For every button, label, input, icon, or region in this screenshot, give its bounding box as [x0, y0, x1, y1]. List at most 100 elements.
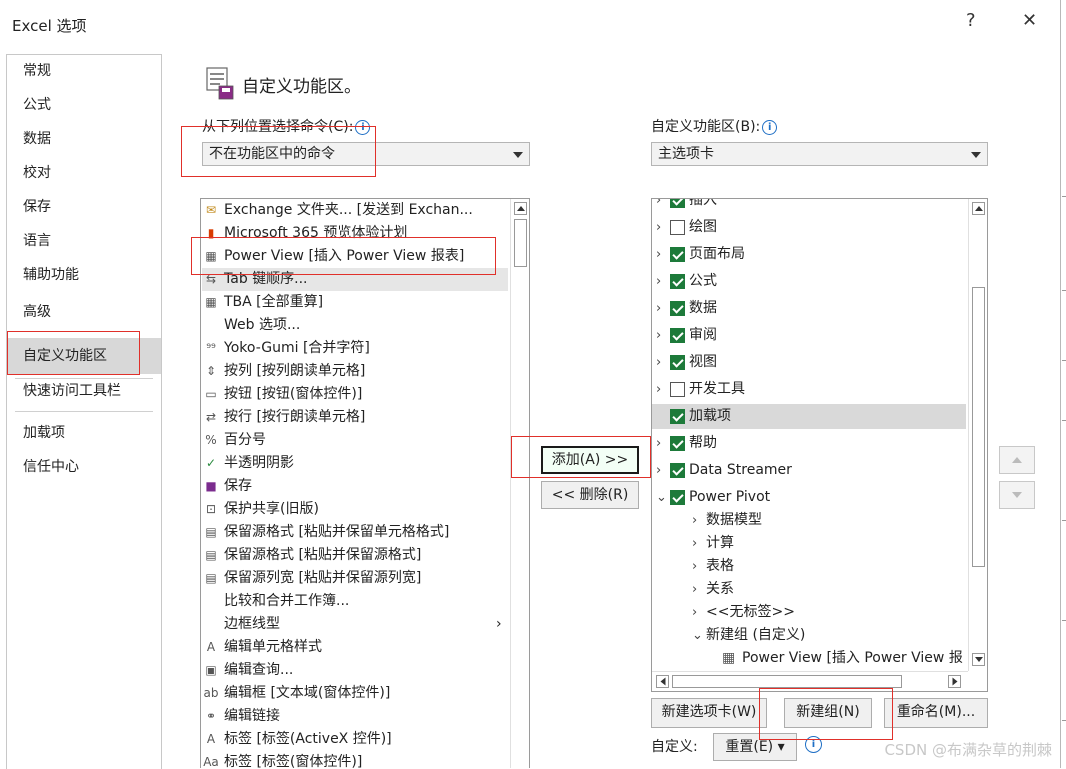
ribbon-command-item[interactable]: ▦ Power View [插入 Power View 报 [652, 646, 966, 671]
customize-ribbon-select[interactable]: 主选项卡 [651, 142, 988, 166]
scroll-right-icon[interactable] [948, 675, 961, 688]
tab-checkbox[interactable] [670, 274, 685, 289]
ribbon-group-item[interactable]: › 数据模型 [652, 508, 966, 533]
command-item[interactable]: 比较和合并工作簿... [202, 590, 508, 613]
nav-item[interactable]: 高级 [7, 296, 161, 328]
tab-checkbox[interactable] [670, 247, 685, 262]
expand-chevron-icon[interactable]: › [656, 296, 666, 321]
command-item[interactable]: ⇄ 按行 [按行朗读单元格] [202, 406, 508, 429]
ribbon-tab-item[interactable]: › 帮助 [652, 431, 966, 456]
command-item[interactable]: ■ 保存 [202, 475, 508, 498]
remove-button[interactable]: << 删除(R) [541, 481, 639, 509]
tab-checkbox[interactable] [670, 436, 685, 451]
nav-item[interactable]: 公式 [7, 89, 161, 121]
ribbon-tab-item[interactable]: › Data Streamer [652, 458, 966, 483]
commands-list[interactable]: ✉ Exchange 文件夹... [发送到 Exchan... ▮ Microsof… [200, 198, 530, 768]
tab-checkbox[interactable] [670, 220, 685, 235]
ribbon-tab-item[interactable]: › 公式 [652, 269, 966, 294]
command-item[interactable]: 边框线型 › [202, 613, 508, 636]
expand-chevron-icon[interactable]: › [656, 350, 666, 375]
command-item[interactable]: A 标签 [标签(ActiveX 控件)] [202, 728, 508, 751]
tree-vscrollbar[interactable] [968, 199, 987, 671]
nav-item[interactable]: 辅助功能 [7, 259, 161, 291]
ribbon-tab-item[interactable]: ⌄ Power Pivot [652, 485, 966, 510]
command-item[interactable]: Aa 标签 [标签(窗体控件)] [202, 751, 508, 768]
ribbon-group-item[interactable]: ⌄ 新建组 (自定义) [652, 623, 966, 648]
command-item[interactable]: ▣ 编辑查询... [202, 659, 508, 682]
expand-chevron-icon[interactable]: › [656, 431, 666, 456]
scroll-thumb[interactable] [972, 287, 985, 567]
collapse-chevron-icon[interactable]: ⌄ [692, 623, 703, 648]
scroll-thumb[interactable] [514, 219, 527, 267]
expand-chevron-icon[interactable]: › [656, 377, 666, 402]
command-item[interactable]: ⚭ 编辑链接 [202, 705, 508, 728]
tab-checkbox[interactable] [670, 301, 685, 316]
hscroll-thumb[interactable] [672, 675, 902, 688]
rename-button[interactable]: 重命名(M)... [884, 698, 988, 728]
ribbon-tab-item[interactable]: › 插入 [652, 199, 966, 213]
scroll-down-icon[interactable] [972, 653, 985, 666]
expand-chevron-icon[interactable]: › [656, 269, 666, 294]
commands-scrollbar[interactable] [510, 199, 529, 768]
expand-chevron-icon[interactable]: › [692, 508, 702, 533]
scroll-up-icon[interactable] [514, 202, 527, 215]
ribbon-tab-item[interactable]: › 审阅 [652, 323, 966, 348]
nav-item[interactable]: 快速访问工具栏 [7, 375, 161, 407]
nav-item[interactable]: 加载项 [7, 417, 161, 449]
nav-item[interactable]: 数据 [7, 123, 161, 155]
scroll-left-icon[interactable] [656, 675, 669, 688]
nav-item[interactable]: 信任中心 [7, 451, 161, 483]
command-item[interactable]: Web 选项... [202, 314, 508, 337]
ribbon-tab-item[interactable]: › 绘图 [652, 215, 966, 240]
command-item[interactable]: ✉ Exchange 文件夹... [发送到 Exchan... [202, 199, 508, 222]
nav-item[interactable]: 常规 [7, 55, 161, 87]
tab-checkbox[interactable] [670, 463, 685, 478]
command-item[interactable]: ⊡ 保护共享(旧版) [202, 498, 508, 521]
expand-chevron-icon[interactable]: › [692, 600, 702, 625]
expand-chevron-icon[interactable]: › [656, 199, 666, 213]
ribbon-group-item[interactable]: › 关系 [652, 577, 966, 602]
command-item[interactable]: ▤ 保留源列宽 [粘贴并保留源列宽] [202, 567, 508, 590]
command-item[interactable]: ⇕ 按列 [按列朗读单元格] [202, 360, 508, 383]
tab-checkbox[interactable] [670, 382, 685, 397]
tab-checkbox[interactable] [670, 328, 685, 343]
move-down-button[interactable] [999, 481, 1035, 509]
expand-chevron-icon[interactable]: › [692, 577, 702, 602]
ribbon-tab-item[interactable]: › 视图 [652, 350, 966, 375]
command-item[interactable]: ✓ 半透明阴影 [202, 452, 508, 475]
new-tab-button[interactable]: 新建选项卡(W) [651, 698, 767, 728]
ribbon-group-item[interactable]: › 计算 [652, 531, 966, 556]
nav-item[interactable]: 语言 [7, 225, 161, 257]
ribbon-tree[interactable]: ▦ Power View [插入 Power View 报 ⌄ 新建组 (自定义) › <… [651, 198, 988, 692]
command-item[interactable]: % 百分号 [202, 429, 508, 452]
tab-checkbox[interactable] [670, 409, 685, 424]
tab-checkbox[interactable] [670, 490, 685, 505]
scroll-up-icon[interactable] [972, 202, 985, 215]
nav-item[interactable]: 保存 [7, 191, 161, 223]
close-button[interactable]: ✕ [1022, 10, 1037, 31]
tab-checkbox[interactable] [670, 199, 685, 208]
expand-chevron-icon[interactable]: › [692, 531, 702, 556]
ribbon-tab-item[interactable]: › 页面布局 [652, 242, 966, 267]
command-item[interactable]: A 编辑单元格样式 [202, 636, 508, 659]
ribbon-group-item[interactable]: › 表格 [652, 554, 966, 579]
command-item[interactable]: ▤ 保留源格式 [粘贴并保留源格式] [202, 544, 508, 567]
command-item[interactable]: ⁹⁹ Yoko-Gumi [合并字符] [202, 337, 508, 360]
tab-checkbox[interactable] [670, 355, 685, 370]
command-item[interactable]: ab 编辑框 [文本域(窗体控件)] [202, 682, 508, 705]
ribbon-tab-item[interactable]: 加载项 [652, 404, 966, 429]
help-button[interactable]: ? [966, 10, 976, 31]
expand-chevron-icon[interactable]: › [656, 215, 666, 240]
command-item[interactable]: ▤ 保留源格式 [粘贴并保留单元格格式] [202, 521, 508, 544]
ribbon-tab-item[interactable]: › 开发工具 [652, 377, 966, 402]
ribbon-tab-item[interactable]: › 数据 [652, 296, 966, 321]
move-up-button[interactable] [999, 446, 1035, 474]
expand-chevron-icon[interactable]: › [656, 458, 666, 483]
nav-item[interactable]: 校对 [7, 157, 161, 189]
collapse-chevron-icon[interactable]: ⌄ [656, 485, 667, 510]
ribbon-group-item[interactable]: › <<无标签>> [652, 600, 966, 625]
command-item[interactable]: ▭ 按钮 [按钮(窗体控件)] [202, 383, 508, 406]
expand-chevron-icon[interactable]: › [692, 554, 702, 579]
expand-chevron-icon[interactable]: › [656, 242, 666, 267]
expand-chevron-icon[interactable]: › [656, 323, 666, 348]
